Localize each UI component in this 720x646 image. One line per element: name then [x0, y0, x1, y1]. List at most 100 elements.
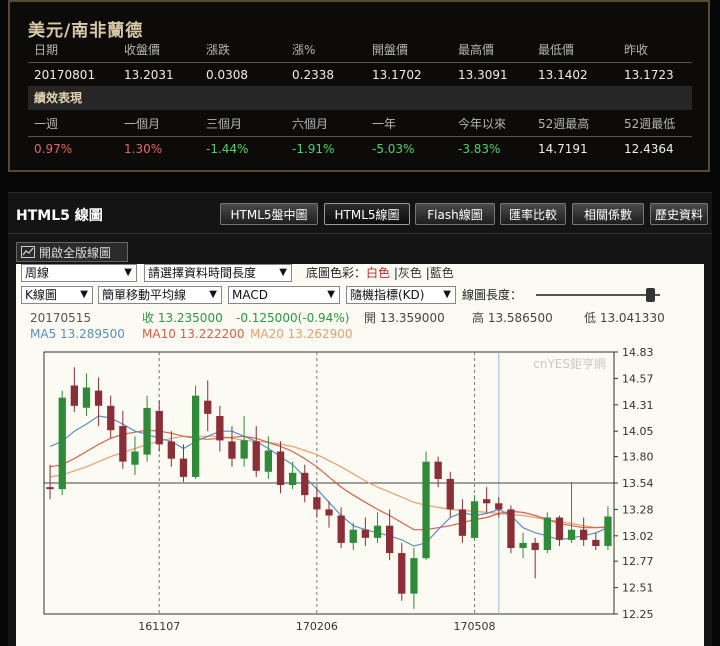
candle-body[interactable] [361, 529, 369, 538]
y-tick-label: 14.31 [622, 399, 654, 412]
performance-value: 0.97% [34, 142, 73, 156]
info-ma20: MA20 13.262900 [250, 327, 353, 341]
chart-area: 周線 ▼ 請選擇資料時間長度 ▼ 底圖色彩：白色 |灰色 |藍色 K線圖 ▼ 簡單移動… [16, 264, 704, 646]
tab-flash-chart[interactable]: Flash線圖 [415, 203, 495, 225]
quote-header: 日期 [34, 43, 59, 57]
tab-fx-compare[interactable]: 匯率比較 [500, 203, 566, 225]
tab-html5-chart[interactable]: HTML5線圖 [324, 203, 410, 225]
info-close: 收 13.235000 [142, 311, 223, 325]
quote-header: 最低價 [538, 43, 575, 57]
quote-header: 最高價 [458, 43, 495, 57]
candle-body[interactable] [495, 503, 503, 510]
candle-body[interactable] [410, 558, 418, 594]
slider-knob[interactable] [646, 288, 655, 302]
candle-body[interactable] [252, 441, 260, 471]
candle-body[interactable] [179, 458, 188, 477]
candle-body[interactable] [507, 509, 515, 548]
performance-value: -3.83% [458, 142, 501, 156]
candle-body[interactable] [483, 499, 491, 504]
candle-body[interactable] [580, 529, 588, 540]
y-tick-label: 12.51 [622, 582, 654, 595]
period-select[interactable]: 周線 ▼ [21, 264, 137, 282]
quote-box: 美元/南非蘭德 日期 收盤價 漲跌 漲% 開盤價 最高價 最低價 昨收 2017… [8, 0, 710, 172]
candle-body[interactable] [313, 497, 321, 510]
candle-body[interactable] [604, 516, 612, 546]
candle-body[interactable] [276, 451, 285, 486]
candle-body[interactable] [325, 509, 333, 516]
performance-value: 14.7191 [538, 142, 588, 156]
quote-header: 收盤價 [124, 43, 161, 57]
candle-body[interactable] [555, 517, 564, 540]
candle-body[interactable] [470, 501, 479, 538]
performance-header: 三個月 [206, 117, 243, 131]
candle-body[interactable] [434, 461, 442, 479]
quote-header: 漲% [292, 43, 316, 57]
candlestick-chart[interactable]: cnYES鉅亨網 14.83 14.57 14.31 14.05 13.80 13.54 1… [16, 346, 704, 646]
candle-body[interactable] [543, 517, 551, 551]
candle-body[interactable] [446, 478, 454, 510]
candle-body[interactable] [70, 385, 78, 406]
candle-body[interactable] [155, 410, 163, 445]
info-low: 低 13.041330 [584, 311, 665, 325]
bg-white-link[interactable]: 白色 [366, 266, 390, 280]
candle-body[interactable] [107, 405, 115, 431]
length-slider[interactable] [16, 286, 704, 304]
range-select[interactable]: 請選擇資料時間長度 ▼ [144, 264, 292, 282]
y-tick-label: 14.05 [622, 425, 654, 438]
candle-body[interactable] [131, 451, 139, 465]
y-tick-label: 13.02 [622, 530, 654, 543]
candle-body[interactable] [531, 542, 539, 550]
candle-body[interactable] [337, 515, 345, 543]
candle-body[interactable] [349, 529, 357, 543]
candle-body[interactable] [567, 529, 576, 540]
bg-color-options: 底圖色彩：白色 |灰色 |藍色 [306, 264, 454, 282]
y-tick-label: 12.25 [622, 608, 654, 621]
tab-html5-intraday[interactable]: HTML5盤中圖 [220, 203, 318, 225]
bg-blue-link[interactable]: 藍色 [430, 266, 454, 280]
y-tick-label: 13.80 [622, 451, 654, 464]
candle-body[interactable] [592, 539, 600, 546]
performance-header: 六個月 [292, 117, 329, 131]
tab-history[interactable]: 歷史資料 [650, 203, 708, 225]
info-change: -0.125000(-0.94%) [236, 311, 350, 325]
candle-body[interactable] [301, 472, 309, 496]
chart-panel: HTML5 線圖 HTML5盤中圖 HTML5線圖 Flash線圖 匯率比較 相… [8, 192, 712, 646]
candle-body[interactable] [46, 487, 54, 490]
candle-body[interactable] [143, 407, 151, 455]
candle-body[interactable] [58, 397, 66, 490]
info-ma5: MA5 13.289500 [30, 327, 125, 341]
candle-body[interactable] [216, 416, 224, 441]
quote-value: 13.3091 [458, 68, 508, 82]
candle-body[interactable] [204, 400, 212, 414]
performance-header-row: 一週 一個月 三個月 六個月 一年 今年以來 52週最高 52週最低 [28, 112, 692, 136]
candle-body[interactable] [458, 509, 467, 536]
performance-value-row: 0.97% 1.30% -1.44% -1.91% -5.03% -3.83% … [28, 137, 692, 161]
candle-body[interactable] [398, 553, 406, 594]
performance-value: -1.91% [292, 142, 335, 156]
candle-body[interactable] [373, 525, 382, 538]
candle-body[interactable] [386, 525, 394, 554]
candle-body[interactable] [264, 450, 272, 472]
performance-header: 52週最低 [624, 117, 676, 131]
candle-body[interactable] [82, 387, 91, 408]
quote-value: 20170801 [34, 68, 96, 82]
candle-body[interactable] [228, 441, 236, 459]
performance-header: 績效表現 [28, 86, 692, 110]
range-value: 請選擇資料時間長度 [148, 266, 257, 280]
performance-value: 1.30% [124, 142, 163, 156]
candle-body[interactable] [94, 390, 103, 406]
y-tick-label: 13.28 [622, 503, 654, 516]
tab-correlation[interactable]: 相關係數 [572, 203, 644, 225]
candle-body[interactable] [422, 461, 430, 559]
open-fullscreen-chart-button[interactable]: 開啟全版線圖 [16, 242, 128, 262]
candle-body[interactable] [289, 472, 297, 485]
bg-gray-link[interactable]: 灰色 [398, 266, 422, 280]
candle-body[interactable] [519, 542, 527, 548]
candle-body[interactable] [192, 395, 200, 477]
candle-body[interactable] [167, 441, 175, 459]
performance-title: 績效表現 [34, 91, 83, 105]
x-tick-label: 161107 [138, 620, 180, 633]
candle-body[interactable] [240, 440, 248, 459]
panel-title: HTML5 線圖 [16, 208, 103, 224]
candle-body[interactable] [119, 426, 127, 462]
